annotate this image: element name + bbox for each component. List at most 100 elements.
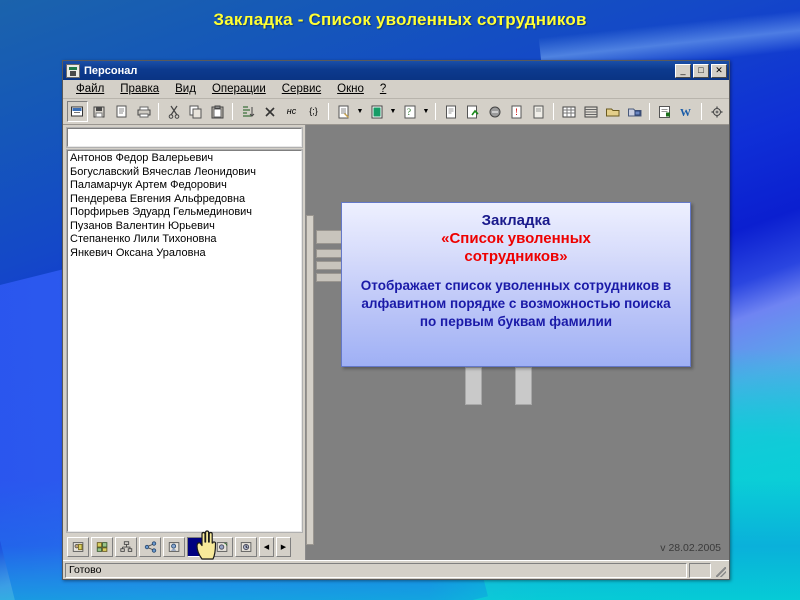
list-item[interactable]: Пендерева Евгения Альфредовна: [70, 193, 301, 207]
minimize-button[interactable]: _: [675, 63, 691, 78]
background-window-fragment: [306, 215, 314, 545]
callout-body-text: Отображает список уволенных сотрудников …: [360, 278, 672, 329]
group-button[interactable]: [91, 537, 113, 557]
window-titlebar[interactable]: Персонал _ □ ✕: [63, 61, 729, 80]
svg-text:?: ?: [407, 107, 411, 117]
callout-subtitle-line2: сотрудников»: [464, 248, 568, 265]
slide-canvas: Закладка - Список уволенных сотрудников …: [0, 0, 800, 600]
print-button[interactable]: [133, 101, 154, 122]
menubar: Файл Правка Вид Операции Сервис Окно ?: [63, 80, 729, 99]
warning-document-button[interactable]: !: [506, 101, 527, 122]
list-item[interactable]: Паламарчук Артем Федорович: [70, 179, 301, 193]
menu-item-service[interactable]: Сервис: [274, 82, 329, 96]
paste-button[interactable]: [207, 101, 228, 122]
menu-item-help[interactable]: ?: [372, 82, 394, 96]
menu-view-label: Вид: [175, 83, 196, 95]
search-input[interactable]: [66, 127, 303, 148]
table-button[interactable]: [558, 101, 579, 122]
copy-record-button[interactable]: [111, 101, 132, 122]
folder-window-button[interactable]: [624, 101, 645, 122]
toolbar-separator: [158, 103, 159, 120]
maximize-button[interactable]: □: [693, 63, 709, 78]
resize-grip[interactable]: [713, 563, 727, 578]
statusbar: Готово: [63, 560, 729, 579]
toolbar-separator: [232, 103, 233, 120]
list-item[interactable]: Антонов Федор Валерьевич: [70, 152, 301, 166]
filter-off-label: нс: [286, 106, 297, 116]
menu-file-label: Файл: [76, 83, 105, 95]
settings-button[interactable]: [706, 101, 727, 122]
toolbar-separator: [328, 103, 329, 120]
list-item[interactable]: Пузанов Валентин Юрьевич: [70, 220, 301, 234]
status-pane-secondary: [689, 562, 711, 578]
hierarchy-button[interactable]: [115, 537, 137, 557]
menu-window-label: Окно: [337, 83, 364, 95]
add-employee-button[interactable]: [67, 537, 89, 557]
toolbar-separator: [701, 103, 702, 120]
callout-box: Закладка «Список уволенных сотрудников» …: [341, 202, 691, 367]
svg-text:W: W: [680, 107, 691, 119]
database-dropdown-button[interactable]: [366, 101, 387, 122]
list-item[interactable]: Степаненко Лили Тихоновна: [70, 233, 301, 247]
next-button[interactable]: ▶: [276, 537, 291, 557]
list-item[interactable]: Порфирьев Эдуард Гельмединович: [70, 206, 301, 220]
menu-item-edit[interactable]: Правка: [112, 82, 167, 96]
callout-tail-right: [515, 367, 532, 405]
dismissed-employee-list[interactable]: Антонов Федор Валерьевич Богуславский Вя…: [66, 149, 303, 533]
close-button[interactable]: ✕: [711, 63, 727, 78]
application-icon: [66, 63, 80, 78]
dismissed-list-button[interactable]: [187, 537, 209, 557]
version-label: v 28.02.2005: [660, 542, 721, 554]
list-item[interactable]: Янкевич Оксана Ураловна: [70, 247, 301, 261]
braces-label: {;}: [309, 106, 318, 116]
refresh-button[interactable]: [211, 537, 233, 557]
menu-item-view[interactable]: Вид: [167, 82, 204, 96]
history-button[interactable]: [235, 537, 257, 557]
word-export-button[interactable]: W: [676, 101, 697, 122]
list-item[interactable]: Богуславский Вячеслав Леонидович: [70, 166, 301, 180]
toolbar-separator: [553, 103, 554, 120]
list-toolbar: ◀ ▶: [67, 536, 302, 558]
grid-button[interactable]: [580, 101, 601, 122]
delete-button[interactable]: [259, 101, 280, 122]
form-button[interactable]: [654, 101, 675, 122]
document-dropdown-arrow[interactable]: ▼: [355, 101, 365, 122]
main-toolbar: нс {;} ▼ ▼ ? ▼ ! W: [63, 99, 729, 125]
svg-text:!: !: [515, 107, 518, 117]
report-button[interactable]: [440, 101, 461, 122]
menu-item-operations[interactable]: Операции: [204, 82, 274, 96]
save-button[interactable]: [89, 101, 110, 122]
callout-subtitle-line1: «Список уволенных: [441, 230, 591, 247]
braces-button[interactable]: {;}: [303, 101, 324, 122]
document-dropdown-button[interactable]: [333, 101, 354, 122]
edit-employee-button[interactable]: [163, 537, 185, 557]
prev-button[interactable]: ◀: [259, 537, 274, 557]
employee-list-panel: Антонов Федор Валерьевич Богуславский Вя…: [63, 125, 306, 560]
toolbar-separator: [435, 103, 436, 120]
check-document-button[interactable]: [462, 101, 483, 122]
sort-button[interactable]: [237, 101, 258, 122]
menu-edit-label: Правка: [120, 83, 160, 95]
help-dropdown-arrow[interactable]: ▼: [421, 101, 431, 122]
print-preview-button[interactable]: [484, 101, 505, 122]
toolbar-separator: [649, 103, 650, 120]
menu-item-file[interactable]: Файл: [68, 82, 112, 96]
share-button[interactable]: [139, 537, 161, 557]
help-pointer-button[interactable]: ?: [399, 101, 420, 122]
copy-button[interactable]: [185, 101, 206, 122]
menu-operations-label: Операции: [211, 83, 266, 95]
status-text: Готово: [65, 562, 687, 578]
open-folder-button[interactable]: [602, 101, 623, 122]
callout-title: Закладка: [481, 212, 551, 229]
filter-off-button[interactable]: нс: [281, 101, 302, 122]
menu-item-window[interactable]: Окно: [329, 82, 372, 96]
page-title: Закладка - Список уволенных сотрудников: [213, 10, 587, 29]
new-record-button[interactable]: [67, 101, 88, 122]
window-title: Персонал: [84, 64, 138, 77]
menu-help-label: ?: [379, 83, 387, 95]
edit-document-button[interactable]: [528, 101, 549, 122]
callout-tail-left: [465, 367, 482, 405]
database-dropdown-arrow[interactable]: ▼: [388, 101, 398, 122]
menu-service-label: Сервис: [281, 83, 322, 95]
cut-button[interactable]: [163, 101, 184, 122]
